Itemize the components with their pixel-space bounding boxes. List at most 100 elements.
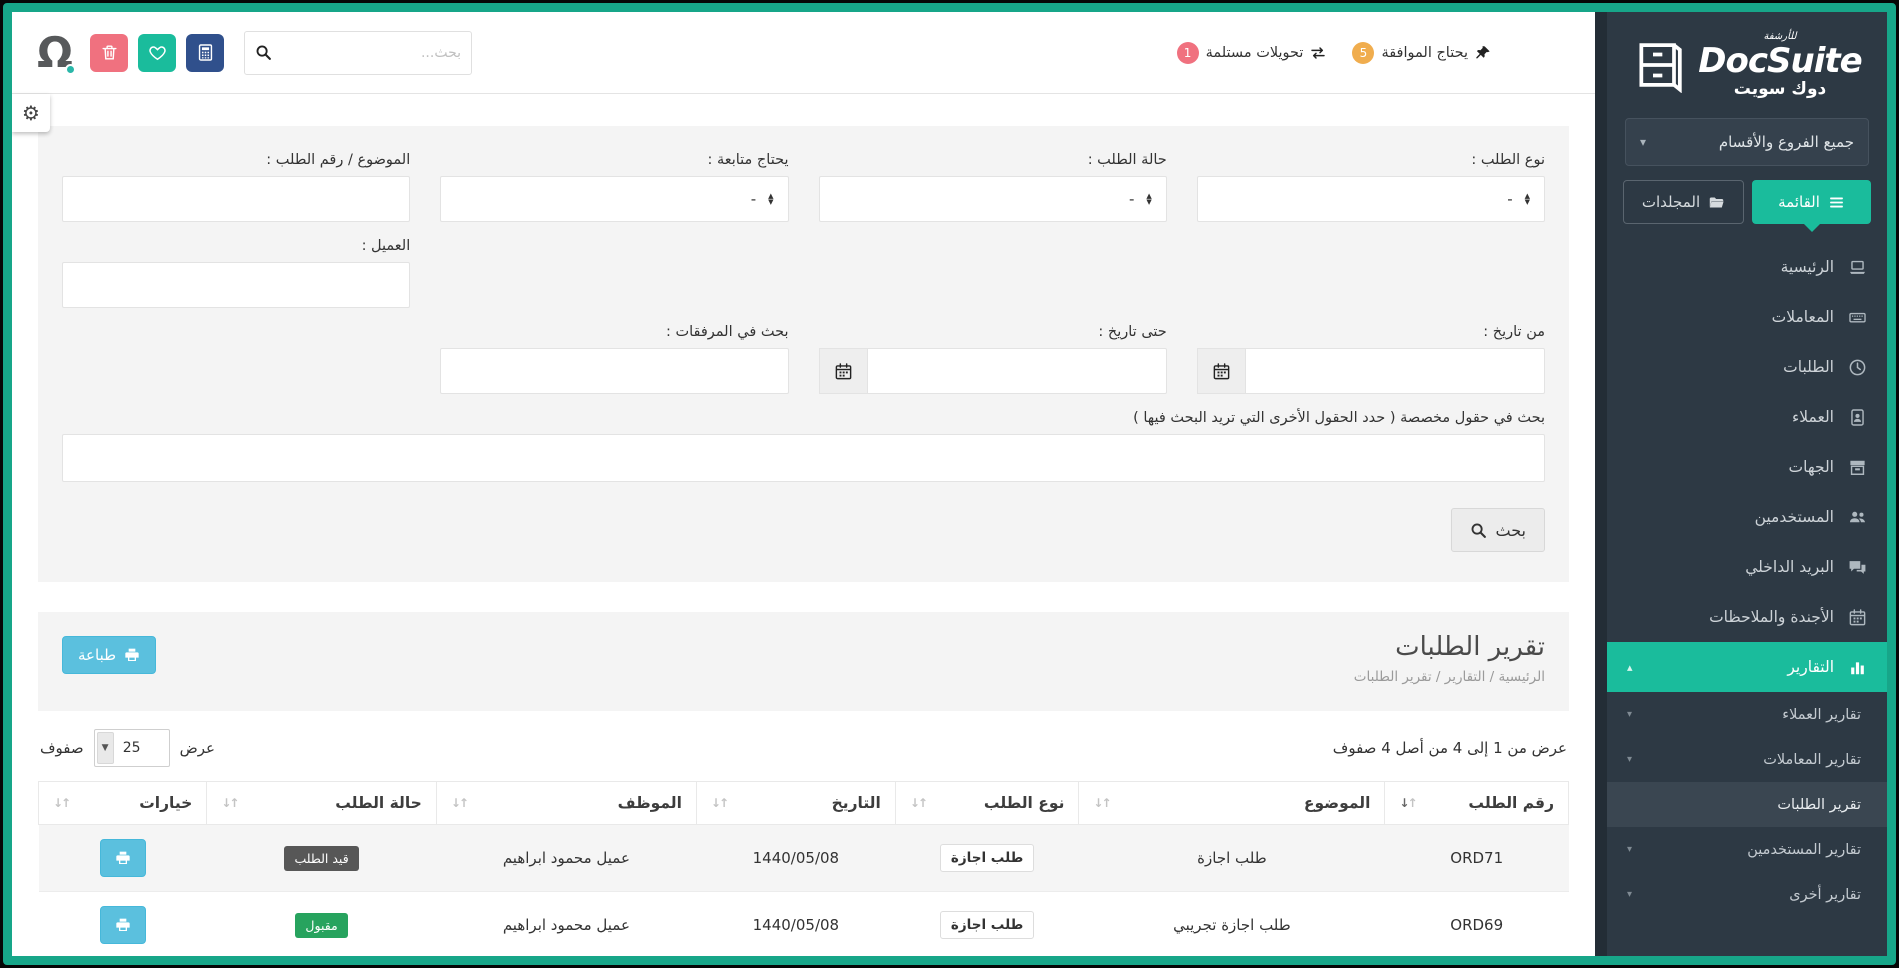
- sidebar-item-clients[interactable]: العملاء: [1607, 392, 1887, 442]
- select-spinner-icon: ▲▼: [1525, 193, 1530, 205]
- client-input[interactable]: [62, 262, 410, 308]
- branch-selector-label: جميع الفروع والأقسام: [1719, 133, 1854, 151]
- sidebar-item-home[interactable]: الرئيسية: [1607, 242, 1887, 292]
- request-type-select[interactable]: - ▲▼: [1197, 176, 1545, 222]
- store-icon: [1848, 458, 1867, 477]
- table-controls: عرض من 1 إلى 4 من أصل 4 صفوف عرض 25 ▼ صف…: [40, 729, 1567, 767]
- sort-icon: ↓↑: [711, 796, 727, 810]
- page-length-control: عرض 25 ▼ صفوف: [40, 729, 215, 767]
- cell-options: [39, 892, 207, 957]
- status-dot: [65, 64, 76, 75]
- search-button-label: بحث: [1496, 521, 1527, 540]
- row-print-button[interactable]: [100, 839, 146, 877]
- tab-list[interactable]: القائمة: [1752, 180, 1871, 224]
- search-icon: [1470, 522, 1487, 539]
- header-subject[interactable]: الموضوع↓↑: [1079, 782, 1385, 825]
- received-transfers-notification[interactable]: 1 تحويلات مستلمة: [1177, 42, 1327, 64]
- topbar-search: [244, 31, 472, 75]
- branch-selector[interactable]: جميع الفروع والأقسام ▾: [1625, 118, 1869, 166]
- page-length-select[interactable]: 25 ▼: [94, 729, 170, 767]
- to-date-calendar-addon[interactable]: [819, 348, 867, 394]
- length-suffix: صفوف: [40, 739, 84, 757]
- row-print-button[interactable]: [100, 906, 146, 944]
- sidebar-item-agenda[interactable]: الأجندة والملاحظات: [1607, 592, 1887, 642]
- field-request-type: نوع الطلب : - ▲▼: [1197, 152, 1545, 222]
- requests-table: رقم الطلب↓↑ الموضوع↓↑ نوع الطلب↓↑ التاري…: [38, 781, 1569, 956]
- sidebar-item-label: العملاء: [1627, 408, 1834, 426]
- sidebar-item-label: الرئيسية: [1627, 258, 1834, 276]
- table-header-row: رقم الطلب↓↑ الموضوع↓↑ نوع الطلب↓↑ التاري…: [39, 782, 1569, 825]
- request-type-label: نوع الطلب :: [1197, 152, 1545, 168]
- select-spinner-icon: ▲▼: [768, 193, 773, 205]
- header-order-no[interactable]: رقم الطلب↓↑: [1385, 782, 1569, 825]
- sidebar-subitem-label: تقارير أخرى: [1632, 887, 1861, 903]
- tab-folders[interactable]: المجلدات: [1623, 180, 1744, 224]
- users-icon: [1848, 508, 1867, 527]
- needs-approval-badge: 5: [1352, 42, 1374, 64]
- exchange-icon: [1310, 45, 1326, 61]
- request-status-label: حالة الطلب :: [819, 152, 1167, 168]
- printer-icon: [115, 917, 131, 933]
- header-employee[interactable]: الموظف↓↑: [436, 782, 696, 825]
- sidebar-item-transactions[interactable]: المعاملات: [1607, 292, 1887, 342]
- sort-icon: ↓↑: [1399, 796, 1415, 810]
- sidebar-item-entities[interactable]: الجهات: [1607, 442, 1887, 492]
- sidebar-item-label: التقارير: [1647, 658, 1834, 676]
- sidebar-subitem-client-reports[interactable]: تقارير العملاء ▾: [1607, 692, 1887, 737]
- search-icon: [255, 44, 272, 61]
- avatar[interactable]: Ω: [30, 28, 80, 78]
- client-label: العميل :: [62, 238, 410, 254]
- attachments-input[interactable]: [440, 348, 788, 394]
- trash-button[interactable]: [90, 34, 128, 72]
- keyboard-icon: [1848, 308, 1867, 327]
- header-type[interactable]: نوع الطلب↓↑: [895, 782, 1079, 825]
- sidebar-item-reports[interactable]: التقارير ▴: [1607, 642, 1887, 692]
- settings-tab[interactable]: ⚙: [12, 94, 50, 132]
- sidebar-subitem-label: تقارير العملاء: [1632, 707, 1861, 723]
- cell-date: 1440/05/08: [696, 892, 895, 957]
- sidebar-tabs: القائمة المجلدات: [1623, 180, 1871, 224]
- sidebar-subitem-other-reports[interactable]: تقارير أخرى ▾: [1607, 872, 1887, 917]
- breadcrumb: الرئيسية / التقارير / تقرير الطلبات: [1354, 669, 1545, 685]
- needs-approval-notification[interactable]: 5 يحتاج الموافقة: [1352, 42, 1491, 64]
- comments-icon: [1848, 558, 1867, 577]
- field-subject: الموضوع / رقم الطلب :: [62, 152, 410, 222]
- print-button[interactable]: طباعة: [62, 636, 156, 674]
- from-date-calendar-addon[interactable]: [1197, 348, 1245, 394]
- tab-folders-label: المجلدات: [1642, 193, 1700, 211]
- from-date-input[interactable]: [1245, 348, 1545, 394]
- length-value: 25: [123, 740, 141, 756]
- header-options[interactable]: خيارات↓↑: [39, 782, 207, 825]
- to-date-input[interactable]: [867, 348, 1167, 394]
- request-status-select[interactable]: - ▲▼: [819, 176, 1167, 222]
- header-date[interactable]: التاريخ↓↑: [696, 782, 895, 825]
- sidebar-item-users[interactable]: المستخدمين: [1607, 492, 1887, 542]
- gear-icon: ⚙: [22, 101, 40, 125]
- search-button[interactable]: بحث: [1451, 508, 1546, 552]
- calculator-button[interactable]: [186, 34, 224, 72]
- page-title: تقرير الطلبات: [1354, 632, 1545, 662]
- folder-icon: [1708, 194, 1725, 211]
- chevron-down-icon: ▾: [1640, 135, 1646, 149]
- subject-input[interactable]: [62, 176, 410, 222]
- sidebar-item-internal-mail[interactable]: البريد الداخلي: [1607, 542, 1887, 592]
- needs-followup-select[interactable]: - ▲▼: [440, 176, 788, 222]
- sidebar-item-requests[interactable]: الطلبات: [1607, 342, 1887, 392]
- report-header: تقرير الطلبات الرئيسية / التقارير / تقري…: [38, 612, 1569, 711]
- calendar-icon: [1212, 362, 1231, 381]
- sort-icon: ↓↑: [910, 796, 926, 810]
- sidebar-subitem-transaction-reports[interactable]: تقارير المعاملات ▾: [1607, 737, 1887, 782]
- field-request-status: حالة الطلب : - ▲▼: [819, 152, 1167, 222]
- chevron-down-icon: ▾: [1627, 844, 1632, 855]
- cell-type: طلب اجازة: [895, 892, 1079, 957]
- from-date-label: من تاريخ :: [1197, 324, 1545, 340]
- header-status[interactable]: حالة الطلب↓↑: [207, 782, 437, 825]
- search-input[interactable]: [280, 45, 461, 61]
- tab-list-label: القائمة: [1778, 193, 1820, 211]
- custom-fields-input[interactable]: [62, 434, 1545, 482]
- cell-employee: عميل محمود ابراهيم: [436, 825, 696, 892]
- table-row: ORD71 طلب اجازة طلب اجازة 1440/05/08 عمي…: [39, 825, 1569, 892]
- sidebar-subitem-requests-report[interactable]: تقرير الطلبات: [1607, 782, 1887, 827]
- favorites-button[interactable]: [138, 34, 176, 72]
- sidebar-subitem-user-reports[interactable]: تقارير المستخدمين ▾: [1607, 827, 1887, 872]
